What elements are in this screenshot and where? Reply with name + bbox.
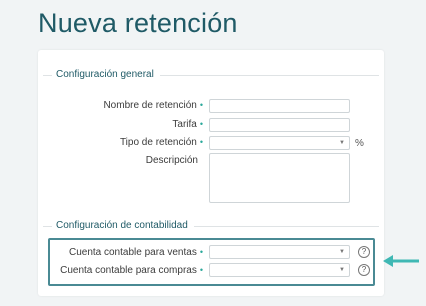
tarifa-input[interactable] [209, 118, 350, 132]
required-indicator: • [199, 137, 203, 147]
nombre-retencion-input[interactable] [209, 99, 350, 113]
required-indicator: • [199, 100, 203, 110]
tipo-label-row: Tipo de retención • [38, 136, 203, 152]
nombre-label-row: Nombre de retención • [38, 99, 203, 115]
section-legend-contabilidad: Configuración de contabilidad [52, 219, 194, 233]
tipo-retencion-select[interactable]: ▼ [209, 136, 350, 150]
tipo-retencion-label: Tipo de retención • [119, 137, 203, 148]
nombre-label: Nombre de retención • [103, 100, 203, 111]
percent-suffix: % [355, 138, 364, 149]
page-title: Nueva retención [38, 8, 238, 38]
descripcion-label: Descripción [145, 155, 198, 166]
tarifa-label-row: Tarifa • [38, 118, 203, 134]
chevron-down-icon: ▼ [339, 140, 345, 146]
descripcion-label-row: Descripción [38, 154, 198, 170]
accounting-fields-highlight [48, 238, 375, 286]
descripcion-textarea[interactable] [209, 153, 350, 203]
section-legend-general: Configuración general [52, 68, 160, 82]
required-indicator: • [199, 119, 203, 129]
arrow-left-icon [383, 255, 419, 267]
tarifa-label: Tarifa • [172, 119, 203, 130]
